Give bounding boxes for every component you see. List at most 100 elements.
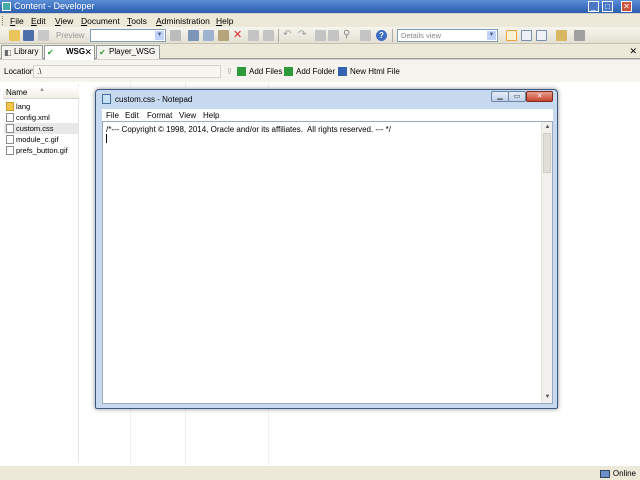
close-button[interactable]: ✕ [621, 1, 632, 12]
library-icon: ◧ [4, 48, 12, 57]
tab-label: Library [14, 47, 39, 56]
add-files-button[interactable]: Add Files [237, 65, 282, 78]
toolbar-separator [278, 29, 279, 42]
notepad-menu-view[interactable]: View [179, 111, 196, 120]
menu-file[interactable]: File [10, 16, 24, 26]
close-tab-strip-icon[interactable]: ✕ [629, 46, 637, 57]
tree-item-label: module_c.gif [16, 135, 59, 144]
folder-icon [6, 102, 14, 111]
notepad-menu-edit[interactable]: Edit [125, 111, 139, 120]
file-tree: ▲ Name lang config.xml custom.css module… [3, 84, 79, 463]
notepad-close-button[interactable]: ✕ [526, 91, 553, 102]
notepad-menu-help[interactable]: Help [203, 111, 219, 120]
tab-player-wsg[interactable]: ✔ Player_WSG [96, 45, 160, 59]
help-icon[interactable]: ? [376, 30, 387, 41]
notepad-content: /*--- Copyright © 1998, 2014, Oracle and… [106, 125, 391, 134]
tab-library[interactable]: ◧ Library [1, 45, 43, 59]
view-select[interactable]: Details view ▼ [397, 29, 498, 42]
location-up-icon[interactable]: ⇪ [226, 65, 233, 78]
add-folder-button[interactable]: Add Folder [284, 65, 335, 78]
notepad-menubar: File Edit Format View Help [102, 109, 553, 121]
toolbar-icon-f[interactable] [360, 30, 371, 41]
layout-details-icon[interactable] [506, 30, 517, 41]
print-icon[interactable] [38, 30, 49, 41]
refresh-icon[interactable] [574, 30, 585, 41]
file-icon [6, 124, 14, 133]
toolbar-icon-e[interactable] [328, 30, 339, 41]
tree-item-label: lang [16, 102, 31, 111]
scroll-up-icon[interactable]: ▲ [543, 123, 552, 132]
file-icon [6, 113, 14, 122]
undo-icon[interactable]: ↶ [283, 30, 294, 41]
maximize-button[interactable]: □ [602, 1, 613, 12]
export-icon[interactable] [556, 30, 567, 41]
save-icon[interactable] [23, 30, 34, 41]
location-label: Location: [4, 67, 37, 76]
notepad-vertical-scrollbar[interactable]: ▲ ▼ [541, 122, 552, 403]
connection-status: Online [599, 469, 636, 478]
tree-item-prefs-button-gif[interactable]: prefs_button.gif [4, 145, 78, 156]
network-icon [599, 470, 610, 478]
notepad-maximize-button[interactable]: ▭ [508, 91, 526, 102]
toolbar-select[interactable]: ▼ [90, 29, 166, 42]
menu-document[interactable]: Document [81, 16, 120, 26]
tab-label: Player_WSG [109, 47, 156, 56]
minimize-button[interactable]: _ [588, 1, 599, 12]
tree-item-lang[interactable]: lang [4, 101, 78, 112]
paste-icon[interactable] [218, 30, 229, 41]
redo-icon[interactable]: ↷ [298, 30, 309, 41]
check-icon: ✔ [47, 48, 54, 57]
layout-columns-icon[interactable] [536, 30, 547, 41]
toolbar-icon-b[interactable] [248, 30, 259, 41]
toolbar-icon-c[interactable] [263, 30, 274, 41]
tree-item-custom-css[interactable]: custom.css [4, 123, 78, 134]
scroll-thumb[interactable] [543, 133, 551, 173]
cut-icon[interactable] [188, 30, 199, 41]
tree-item-module-c-gif[interactable]: module_c.gif [4, 134, 78, 145]
file-icon [6, 135, 14, 144]
text-caret [106, 134, 107, 143]
location-bar: Location: .\ ⇪ Add Files Add Folder New … [0, 60, 640, 82]
notepad-menu-file[interactable]: File [106, 111, 119, 120]
menu-help[interactable]: Help [216, 16, 233, 26]
new-html-file-button[interactable]: New Html File [338, 65, 400, 78]
tree-item-label: prefs_button.gif [16, 146, 68, 155]
notepad-titlebar[interactable]: custom.css - Notepad ▁ ▭ ✕ [96, 90, 557, 108]
tree-header-name[interactable]: ▲ Name [3, 87, 79, 99]
status-bar: Online [0, 465, 640, 480]
notepad-window[interactable]: custom.css - Notepad ▁ ▭ ✕ File Edit For… [95, 89, 558, 409]
scroll-down-icon[interactable]: ▼ [543, 393, 552, 402]
location-input[interactable]: .\ [33, 65, 221, 78]
tree-item-label: custom.css [16, 124, 54, 133]
app-titlebar: Content - Developer _ □ ✕ [0, 0, 640, 13]
chevron-down-icon: ▼ [487, 31, 496, 40]
add-files-icon [237, 67, 246, 76]
menu-edit[interactable]: Edit [31, 16, 46, 26]
check-icon: ✔ [99, 48, 106, 57]
toolbar-icon-a[interactable] [170, 30, 181, 41]
notepad-text-area[interactable]: /*--- Copyright © 1998, 2014, Oracle and… [102, 121, 553, 404]
menu-tools[interactable]: Tools [127, 16, 147, 26]
file-icon [6, 146, 14, 155]
add-folder-icon [284, 67, 293, 76]
new-html-file-icon [338, 67, 347, 76]
notepad-menu-format[interactable]: Format [147, 111, 172, 120]
layout-rows-icon[interactable] [521, 30, 532, 41]
delete-icon[interactable]: ✕ [233, 30, 244, 41]
toolbar-separator [392, 29, 393, 42]
open-folder-icon[interactable] [9, 30, 20, 41]
menu-administration[interactable]: Administration [156, 16, 210, 26]
menu-view[interactable]: View [55, 16, 73, 26]
tab-wsg[interactable]: ✔ WSG ✕ [44, 45, 95, 60]
tab-close-icon[interactable]: ✕ [84, 46, 92, 58]
notepad-minimize-button[interactable]: ▁ [491, 91, 509, 102]
toolbar-icon-d[interactable] [315, 30, 326, 41]
preview-button[interactable]: Preview [56, 29, 90, 42]
document-tabs: ◧ Library ✔ WSG ✕ ✔ Player_WSG ✕ [0, 44, 640, 60]
tree-header-label: Name [6, 88, 28, 97]
tree-item-config-xml[interactable]: config.xml [4, 112, 78, 123]
copy-icon[interactable] [203, 30, 214, 41]
toolbar: Preview ▼ ✕ ↶ ↷ ⚲ ? Details view ▼ [0, 27, 640, 44]
menubar: File Edit View Document Tools Administra… [0, 14, 640, 27]
find-icon[interactable]: ⚲ [343, 30, 354, 41]
